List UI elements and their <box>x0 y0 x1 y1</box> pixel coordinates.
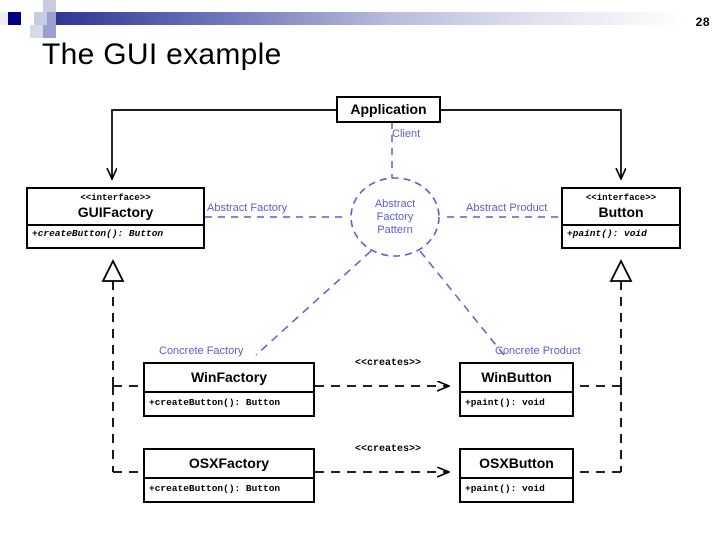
role-label-client: Client <box>392 128 421 140</box>
class-box-winbutton[interactable]: WinButton +paint(): void <box>459 362 574 417</box>
pattern-node-line-2: Factory <box>376 211 414 223</box>
class-operation-winfactory: +createButton(): Button <box>149 397 281 408</box>
role-label-concrete-factory: Concrete Factory <box>159 345 244 357</box>
class-name-winfactory: WinFactory <box>190 369 268 385</box>
class-box-osxbutton[interactable]: OSXButton +paint(): void <box>459 448 574 503</box>
role-label-abstract-factory: Abstract Factory <box>207 202 288 214</box>
edge-label-creates-win: <<creates>> <box>355 358 422 369</box>
class-operation-button: +paint(): void <box>567 228 647 239</box>
edge-label-creates-osx: <<creates>> <box>355 444 422 455</box>
edge-realization-factories <box>101 258 148 473</box>
pattern-node-line-1: Abstract <box>374 198 416 210</box>
class-name-guifactory: GUIFactory <box>77 204 154 220</box>
edge-concrete-factory-anchor <box>255 250 372 356</box>
class-operation-guifactory: +createButton(): Button <box>32 228 164 239</box>
role-label-abstract-product: Abstract Product <box>466 202 548 214</box>
edge-concrete-product-anchor <box>419 250 505 356</box>
pattern-node-line-3: Pattern <box>377 224 413 236</box>
class-name-button: Button <box>598 204 644 220</box>
class-box-application[interactable]: Application <box>336 96 441 123</box>
class-name-osxfactory: OSXFactory <box>188 455 270 471</box>
class-stereotype-button: <<interface>> <box>585 193 657 203</box>
diagram-connectors <box>101 109 633 540</box>
pattern-node-label: Abstract Factory Pattern <box>355 198 435 237</box>
edge-realization-buttons <box>574 258 633 473</box>
class-operation-osxbutton: +paint(): void <box>465 483 545 494</box>
class-operation-winbutton: +paint(): void <box>465 397 545 408</box>
role-label-concrete-product: Concrete Product <box>495 345 581 357</box>
class-box-osxfactory[interactable]: OSXFactory +createButton(): Button <box>143 448 315 503</box>
class-name-winbutton: WinButton <box>481 369 552 385</box>
class-name-osxbutton: OSXButton <box>479 455 554 471</box>
class-operation-osxfactory: +createButton(): Button <box>149 483 281 494</box>
edge-application-to-guifactory <box>112 109 336 178</box>
class-stereotype-guifactory: <<interface>> <box>80 193 151 203</box>
uml-class-diagram: Application Client <<interface>> GUIFact… <box>0 0 720 540</box>
class-name-application: Application <box>350 101 427 117</box>
class-box-guifactory[interactable]: <<interface>> GUIFactory +createButton()… <box>26 187 205 249</box>
edge-application-to-button <box>441 109 621 178</box>
class-box-button[interactable]: <<interface>> Button +paint(): void <box>561 187 681 249</box>
class-box-winfactory[interactable]: WinFactory +createButton(): Button <box>143 362 315 417</box>
